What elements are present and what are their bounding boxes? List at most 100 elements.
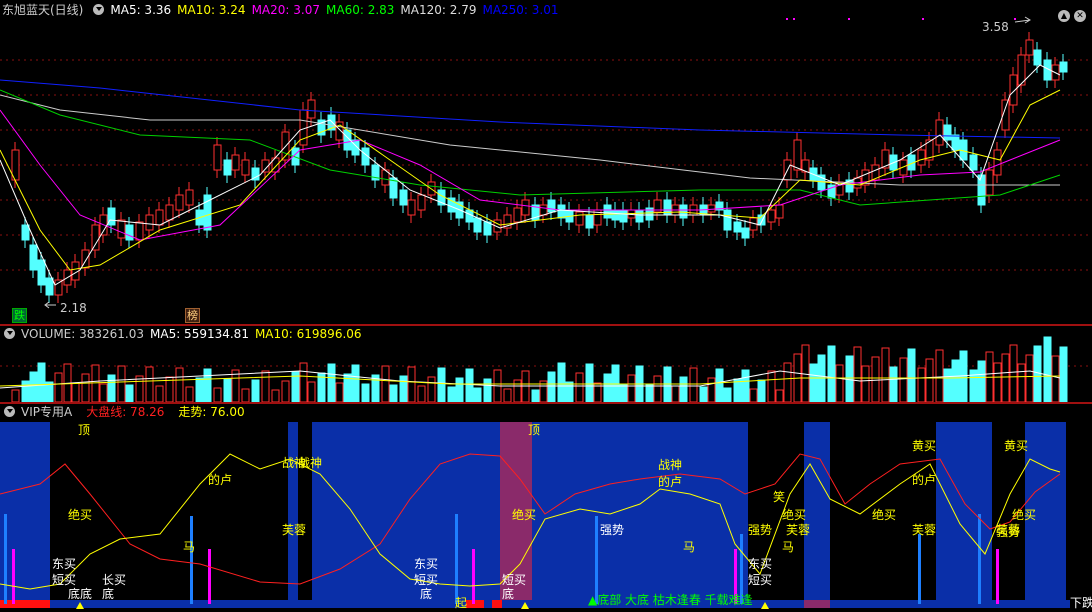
volume-bar — [603, 373, 612, 403]
signal-label: 马 — [683, 540, 696, 554]
signal-label: 黄买 — [912, 439, 937, 453]
candle-body — [241, 159, 250, 176]
candle-body — [513, 207, 522, 223]
volume-bar — [455, 377, 464, 403]
volume-bar — [327, 363, 336, 403]
vip-chart[interactable] — [0, 404, 1092, 612]
candle-body — [185, 189, 194, 206]
close-icon[interactable]: ✕ — [1074, 10, 1086, 22]
dropdown-icon[interactable] — [4, 406, 15, 417]
signal-bar — [978, 514, 981, 604]
candle-body — [407, 199, 416, 216]
volume-bar — [871, 356, 880, 403]
bottom-strip-red — [492, 600, 502, 608]
bottom-strip-purple — [804, 600, 830, 608]
volume-bar — [1025, 354, 1034, 403]
volume-bar — [427, 376, 436, 403]
signal-label: 绝买 — [512, 508, 537, 522]
candle-body — [117, 219, 126, 239]
volume-bar — [71, 382, 80, 403]
candle-body — [603, 204, 612, 219]
up-icon[interactable]: ▲ — [1058, 10, 1070, 22]
volume-panel[interactable]: VOLUME: 383261.03 MA5: 559134.81 MA10: 619… — [0, 326, 1092, 403]
vip-title: VIP专用A — [21, 405, 73, 419]
volume-bar — [749, 388, 758, 403]
volume-bar — [943, 368, 952, 403]
volume-bar — [917, 367, 926, 403]
price-chart[interactable] — [0, 0, 1092, 325]
candle-body — [539, 204, 548, 216]
volume-value: VOLUME: 383261.03 — [21, 327, 144, 341]
volume-bar — [447, 386, 456, 403]
signal-label: 短买 — [748, 573, 773, 587]
signal-label: 短买 — [502, 573, 527, 587]
bottom-strip-red — [0, 600, 50, 608]
badge-die: 跌 — [12, 308, 27, 323]
candle-body — [473, 217, 482, 233]
candle-body — [943, 124, 952, 141]
signal-label: 顶 — [528, 423, 541, 437]
candle-body — [635, 209, 644, 223]
volume-bar — [99, 383, 108, 403]
ma250-label: MA250: 3.01 — [482, 3, 559, 17]
candle-body — [723, 209, 732, 231]
candle-body — [175, 194, 184, 211]
signal-label: 芙蓉 — [282, 523, 307, 537]
volume-bar — [185, 386, 194, 403]
volume-bar — [767, 370, 776, 403]
signal-label: 底底 — [68, 587, 93, 601]
candle-body — [29, 244, 38, 271]
signal-label: 底 — [502, 587, 515, 601]
volume-bar — [1017, 363, 1026, 403]
signal-block — [0, 422, 50, 602]
signal-label: 绝买 — [1012, 508, 1037, 522]
volume-bar — [835, 364, 844, 403]
volume-bar — [707, 377, 716, 403]
volume-bar — [271, 389, 280, 403]
dropdown-icon[interactable] — [93, 4, 105, 15]
signal-label: 战神 — [298, 456, 323, 470]
signal-label: 的卢 — [208, 473, 233, 487]
dropdown-icon[interactable] — [4, 328, 15, 339]
price-panel[interactable]: 东旭蓝天(日线) MA5: 3.36 MA10: 3.24 MA20: 3.07 MA6… — [0, 0, 1092, 325]
arrow-icon — [44, 301, 56, 309]
signal-label: 长买 — [102, 573, 127, 587]
candle-body — [21, 224, 30, 241]
signal-block — [936, 422, 992, 602]
volume-bar — [899, 357, 908, 403]
signal-label: 底 — [420, 587, 433, 601]
signal-bar — [455, 514, 458, 604]
dapan-value: 大盘线: 78.26 — [86, 405, 165, 419]
volume-bar — [117, 365, 126, 403]
volume-bar — [757, 379, 766, 403]
volume-bar — [361, 383, 370, 403]
candle-body — [165, 204, 174, 221]
candle-body — [145, 214, 154, 231]
volume-bar — [145, 366, 154, 403]
signal-bar — [4, 514, 7, 604]
volume-bar — [241, 388, 250, 403]
ma10-line — [0, 89, 1061, 271]
candle-body — [91, 224, 100, 251]
volume-bar — [861, 365, 870, 403]
signal-label: 短买 — [52, 573, 77, 587]
volume-bar — [175, 367, 184, 403]
volume-bar — [585, 363, 594, 403]
volume-bar — [407, 366, 416, 403]
volume-bar — [281, 380, 290, 403]
volume-bar — [671, 385, 680, 403]
signal-block — [532, 422, 748, 602]
vip-panel[interactable]: VIP专用A 大盘线: 78.26 走势: 76.00 顶 顶绝买 绝买 绝买 绝买 绝买 的卢… — [0, 404, 1092, 612]
volume-bar — [881, 347, 890, 403]
signal-label: 强势 — [996, 525, 1021, 539]
candle-body — [993, 149, 1002, 176]
volume-bar — [977, 360, 986, 403]
candle-body — [135, 221, 144, 241]
volume-bar — [935, 349, 944, 403]
volume-bar — [959, 350, 968, 403]
volume-bar — [925, 358, 934, 403]
volume-bar — [993, 362, 1002, 403]
volume-bar — [627, 374, 636, 403]
signal-label: 短买 — [414, 573, 439, 587]
volume-bar — [473, 387, 482, 403]
